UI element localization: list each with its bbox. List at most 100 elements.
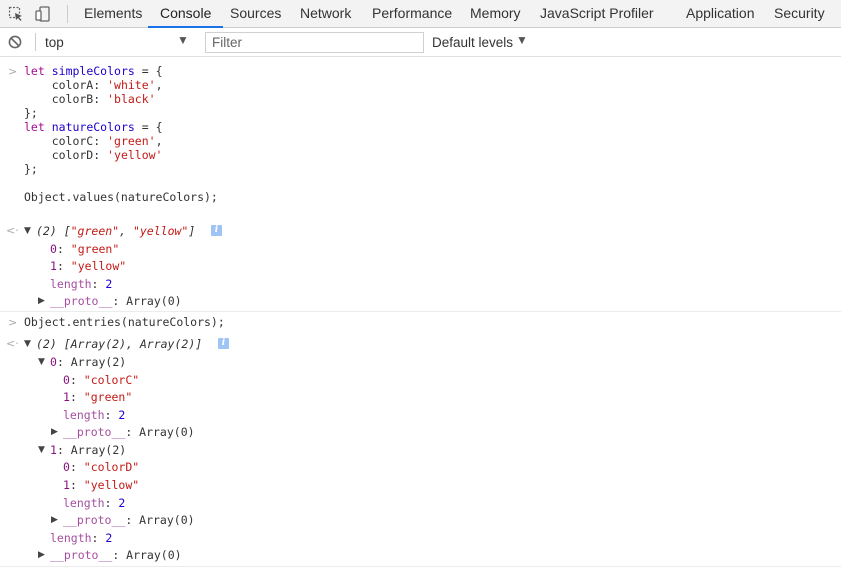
entry-key: __proto__ <box>63 513 126 527</box>
array-length: length: 2 <box>50 531 112 545</box>
filter-input[interactable] <box>205 32 424 53</box>
array-length: length: 2 <box>63 496 125 510</box>
tab-console[interactable]: Console <box>147 0 224 28</box>
code-text: colorB: <box>24 92 108 106</box>
entry-value: "yellow" <box>70 259 127 273</box>
tab-performance[interactable]: Performance <box>372 0 452 27</box>
entry-key: __proto__ <box>50 548 113 562</box>
proto-entry[interactable]: __proto__: Array(0) <box>63 513 195 527</box>
entry-separator: : <box>56 242 71 256</box>
array-summary[interactable]: (2) [Array(2), Array(2)] <box>36 337 202 351</box>
code-line: let natureColors = { <box>24 120 163 134</box>
console-messages: > let simpleColors = { colorA: 'white', … <box>0 58 841 569</box>
entry-value: : Array(2) <box>56 443 127 457</box>
context-dropdown-icon[interactable]: ▼ <box>177 33 189 47</box>
collapse-arrow-icon[interactable]: ▶ <box>51 513 58 527</box>
entry-key: 1 <box>63 390 70 404</box>
code-text: = { <box>134 120 163 134</box>
expand-arrow-icon[interactable]: ▼ <box>24 337 31 351</box>
tab-elements[interactable]: Elements <box>84 0 142 27</box>
proto-entry[interactable]: __proto__: Array(0) <box>50 294 182 308</box>
entry-key: 1 <box>50 443 57 457</box>
tab-security[interactable]: Security <box>774 0 825 27</box>
entry-value: 2 <box>105 531 113 545</box>
array-entry: 0: "colorD" <box>63 460 139 474</box>
array-entry: 1: "yellow" <box>63 478 139 492</box>
entry-key: __proto__ <box>50 294 113 308</box>
array-summary-text: ] <box>188 224 196 238</box>
entry-key: length <box>63 496 105 510</box>
string-literal: "yellow" <box>132 224 189 238</box>
collapse-arrow-icon[interactable]: ▶ <box>38 548 45 562</box>
string-literal: "green" <box>70 224 120 238</box>
entry-key: __proto__ <box>63 425 126 439</box>
tab-network[interactable]: Network <box>300 0 351 27</box>
proto-entry[interactable]: __proto__: Array(0) <box>50 548 182 562</box>
code-text: colorD: <box>24 148 108 162</box>
devtools-tab-bar: Elements Console Sources Network Perform… <box>0 0 841 28</box>
variable-name: simpleColors <box>51 64 135 78</box>
collapse-arrow-icon[interactable]: ▶ <box>51 425 58 439</box>
message-divider <box>0 566 841 567</box>
entry-value: "green" <box>83 390 133 404</box>
entry-value: 2 <box>118 496 126 510</box>
variable-name: natureColors <box>51 120 135 134</box>
log-levels-dropdown[interactable]: Default levels <box>432 35 513 50</box>
keyword: let <box>24 120 45 134</box>
entry-key: length <box>50 277 92 291</box>
tab-sources[interactable]: Sources <box>230 0 281 27</box>
array-summary-text: (2) [ <box>36 224 71 238</box>
array-summary-text: , <box>119 224 133 238</box>
collapse-arrow-icon[interactable]: ▶ <box>38 294 45 308</box>
entry-key: 0 <box>63 460 70 474</box>
code-line: colorC: 'green', <box>24 134 163 148</box>
tab-application[interactable]: Application <box>686 0 755 27</box>
code-line: colorB: 'black' <box>24 92 156 106</box>
expand-arrow-icon[interactable]: ▼ <box>24 224 31 238</box>
code-line: let simpleColors = { <box>24 64 163 78</box>
entry-value: "green" <box>70 242 120 256</box>
keyword: let <box>24 64 45 78</box>
entry-value: : Array(0) <box>125 513 195 527</box>
code-text: , <box>155 134 163 148</box>
entry-key: 0 <box>50 355 57 369</box>
entry-value: : Array(0) <box>112 548 182 562</box>
code-line: }; <box>24 106 38 120</box>
entry-value: "colorC" <box>83 373 140 387</box>
tab-javascript-profiler[interactable]: JavaScript Profiler <box>540 0 654 27</box>
expand-arrow-icon[interactable]: ▼ <box>38 355 45 369</box>
expand-arrow-icon[interactable]: ▼ <box>38 443 45 457</box>
entry-value: "colorD" <box>83 460 140 474</box>
entry-value: 2 <box>118 408 126 422</box>
entry-value: : Array(0) <box>125 425 195 439</box>
string-literal: 'black' <box>107 92 156 106</box>
tab-memory[interactable]: Memory <box>470 0 521 27</box>
prompt-icon: > <box>8 65 18 78</box>
code-line: Object.entries(natureColors); <box>24 315 225 329</box>
entry-key: 1 <box>63 478 70 492</box>
entry-separator: : <box>69 478 84 492</box>
info-icon[interactable]: i <box>218 338 229 349</box>
entry-separator: : <box>91 531 106 545</box>
array-entry: 0: "colorC" <box>63 373 139 387</box>
entry-key: 0 <box>63 373 70 387</box>
array-summary[interactable]: (2) ["green", "yellow"] <box>36 224 195 238</box>
code-text: , <box>155 78 163 92</box>
context-selector[interactable]: top <box>45 35 64 50</box>
code-line: colorD: 'yellow' <box>24 148 163 162</box>
proto-entry[interactable]: __proto__: Array(0) <box>63 425 195 439</box>
entry-separator: : <box>104 496 119 510</box>
string-literal: 'yellow' <box>107 148 163 162</box>
levels-dropdown-icon[interactable]: ▼ <box>516 33 528 47</box>
result-icon: <· <box>6 224 19 237</box>
entry-separator: : <box>56 259 71 273</box>
clear-console-icon[interactable] <box>8 35 22 49</box>
array-entry[interactable]: 0: Array(2) <box>50 355 126 369</box>
array-entry[interactable]: 1: Array(2) <box>50 443 126 457</box>
toolbar-divider <box>67 5 68 23</box>
entry-separator: : <box>91 277 106 291</box>
entry-key: 1 <box>50 259 57 273</box>
info-icon[interactable]: i <box>211 225 222 236</box>
device-toolbar-icon[interactable] <box>35 6 51 22</box>
inspect-element-icon[interactable] <box>8 6 24 22</box>
